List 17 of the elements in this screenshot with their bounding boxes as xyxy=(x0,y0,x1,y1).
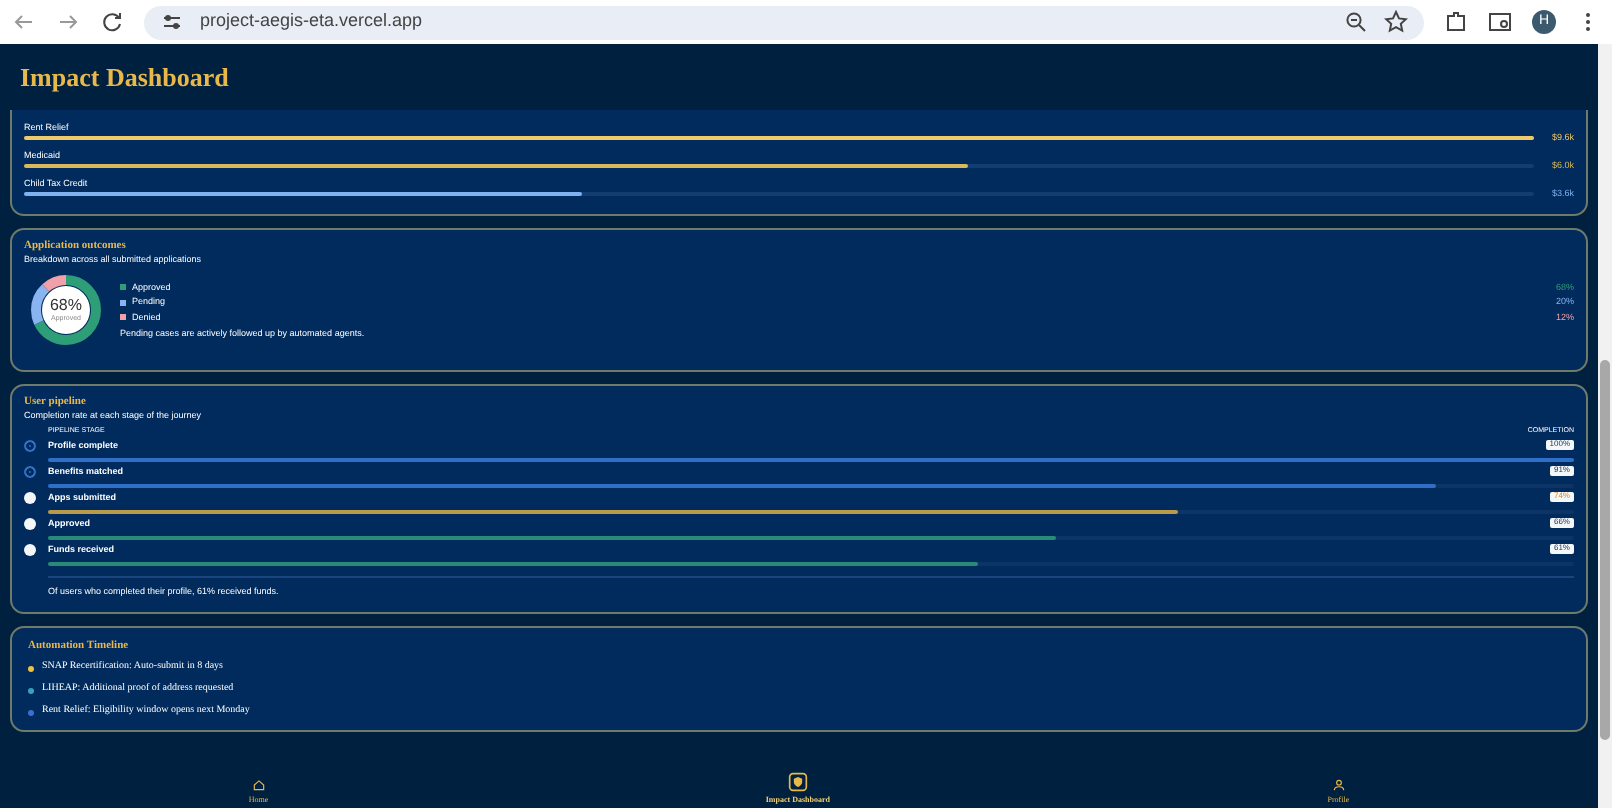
home-icon xyxy=(251,778,266,792)
site-settings-icon[interactable] xyxy=(160,10,184,34)
donut-chart xyxy=(28,272,104,349)
shield-icon xyxy=(787,772,808,792)
star-icon[interactable] xyxy=(1384,10,1408,34)
extensions-icon[interactable] xyxy=(1444,10,1468,34)
forward-icon[interactable] xyxy=(56,10,80,34)
scrollbar[interactable] xyxy=(1598,44,1612,808)
zoom-icon[interactable] xyxy=(1344,10,1368,34)
url-text: project-aegis-eta.vercel.app xyxy=(200,8,425,35)
tab-search-icon[interactable] xyxy=(1488,10,1512,34)
address-bar[interactable]: project-aegis-eta.vercel.app xyxy=(144,5,1424,39)
back-icon[interactable] xyxy=(12,10,36,34)
person-icon xyxy=(1331,778,1346,792)
reload-icon[interactable] xyxy=(100,10,124,34)
center-value: 68% xyxy=(49,298,82,315)
page-title: Impact Dashboard xyxy=(20,61,229,93)
